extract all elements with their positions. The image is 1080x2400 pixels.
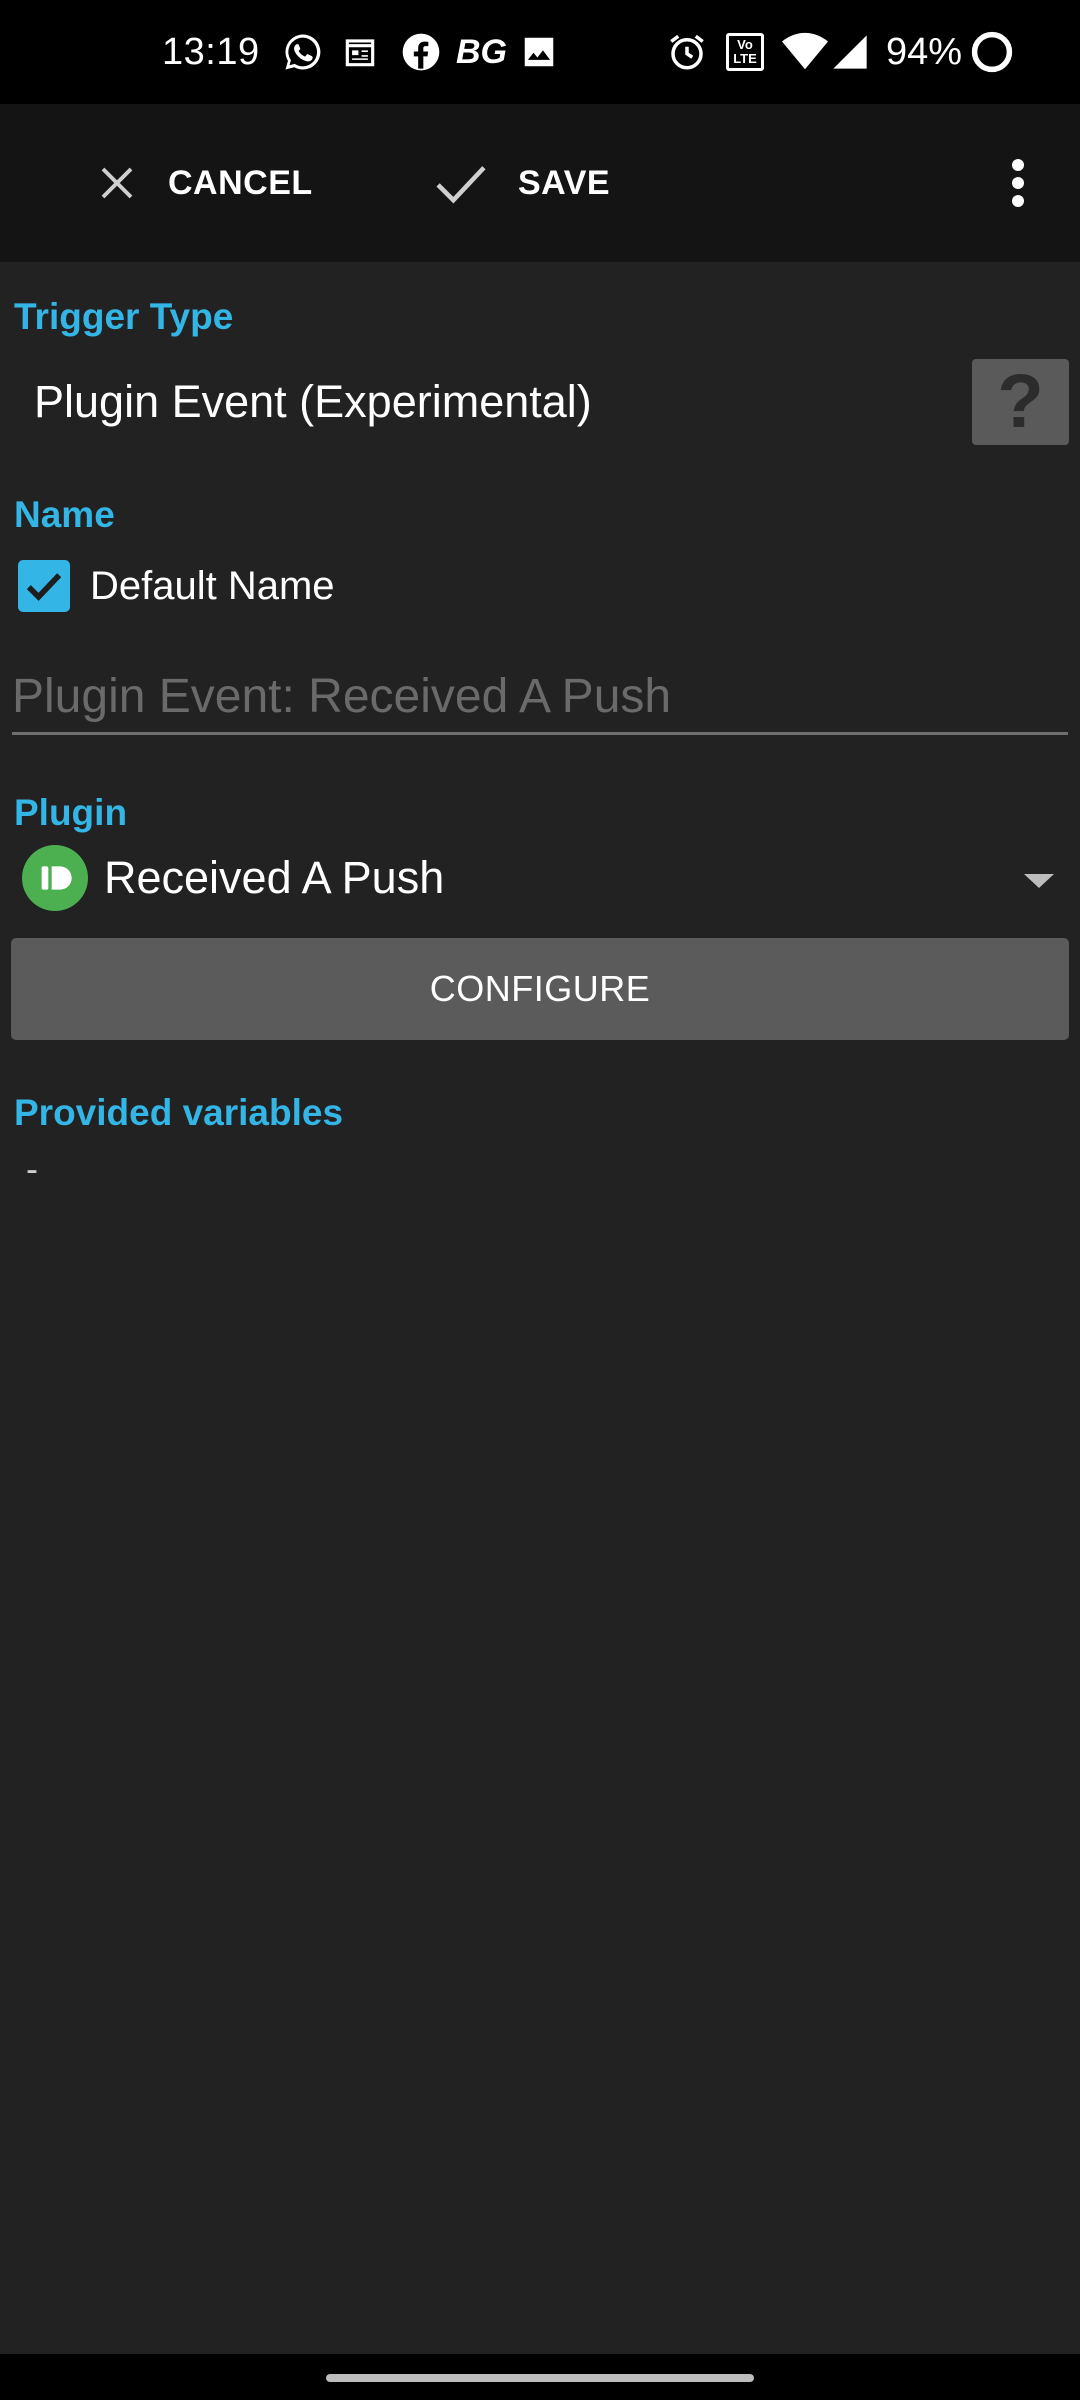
- more-vert-icon[interactable]: [990, 104, 1046, 262]
- dropdown-arrow-icon: [1024, 874, 1054, 888]
- help-button[interactable]: ?: [972, 359, 1069, 445]
- cancel-label: CANCEL: [168, 163, 313, 202]
- pushbullet-icon: [22, 845, 88, 911]
- checkmark-icon: [26, 573, 62, 601]
- cancel-button[interactable]: CANCEL: [96, 104, 313, 262]
- status-time: 13:19: [162, 30, 260, 73]
- status-bar: 13:19 BG Vo LTE 94%: [0, 0, 1080, 104]
- provided-variables-value: -: [26, 1148, 38, 1189]
- action-bar: CANCEL SAVE: [0, 104, 1080, 262]
- close-icon: [101, 167, 133, 199]
- volte-icon: Vo LTE: [726, 0, 764, 104]
- name-heading: Name: [14, 494, 115, 535]
- plugin-spinner[interactable]: Received A Push: [14, 838, 1066, 918]
- battery-percent: 94%: [886, 30, 963, 73]
- configure-button[interactable]: CONFIGURE: [11, 938, 1069, 1040]
- navigation-bar: [0, 2354, 1080, 2400]
- check-icon: [436, 166, 486, 204]
- calendar-icon: [341, 0, 379, 104]
- trigger-type-heading: Trigger Type: [14, 296, 234, 337]
- battery-icon: [970, 0, 1014, 104]
- default-name-checkbox[interactable]: [18, 560, 70, 612]
- alarm-icon: [666, 0, 708, 104]
- whatsapp-icon: [282, 0, 324, 104]
- provided-variables-heading: Provided variables: [14, 1092, 344, 1133]
- home-handle[interactable]: [326, 2374, 754, 2382]
- help-icon: ?: [997, 359, 1044, 444]
- facebook-icon: [401, 0, 441, 104]
- trigger-type-value: Plugin Event (Experimental): [34, 376, 592, 427]
- save-label: SAVE: [518, 163, 611, 202]
- default-name-label: Default Name: [90, 564, 335, 608]
- name-input[interactable]: [12, 660, 1068, 735]
- bg-icon: BG: [456, 32, 507, 71]
- plugin-selected-value: Received A Push: [104, 852, 445, 903]
- image-icon: [520, 0, 558, 104]
- save-button[interactable]: SAVE: [434, 104, 610, 262]
- wifi-icon: [782, 0, 828, 104]
- screen: 13:19 BG Vo LTE 94% CANCEL SAVE Trigger …: [0, 0, 1080, 2400]
- signal-icon: [830, 0, 870, 104]
- plugin-heading: Plugin: [14, 792, 128, 833]
